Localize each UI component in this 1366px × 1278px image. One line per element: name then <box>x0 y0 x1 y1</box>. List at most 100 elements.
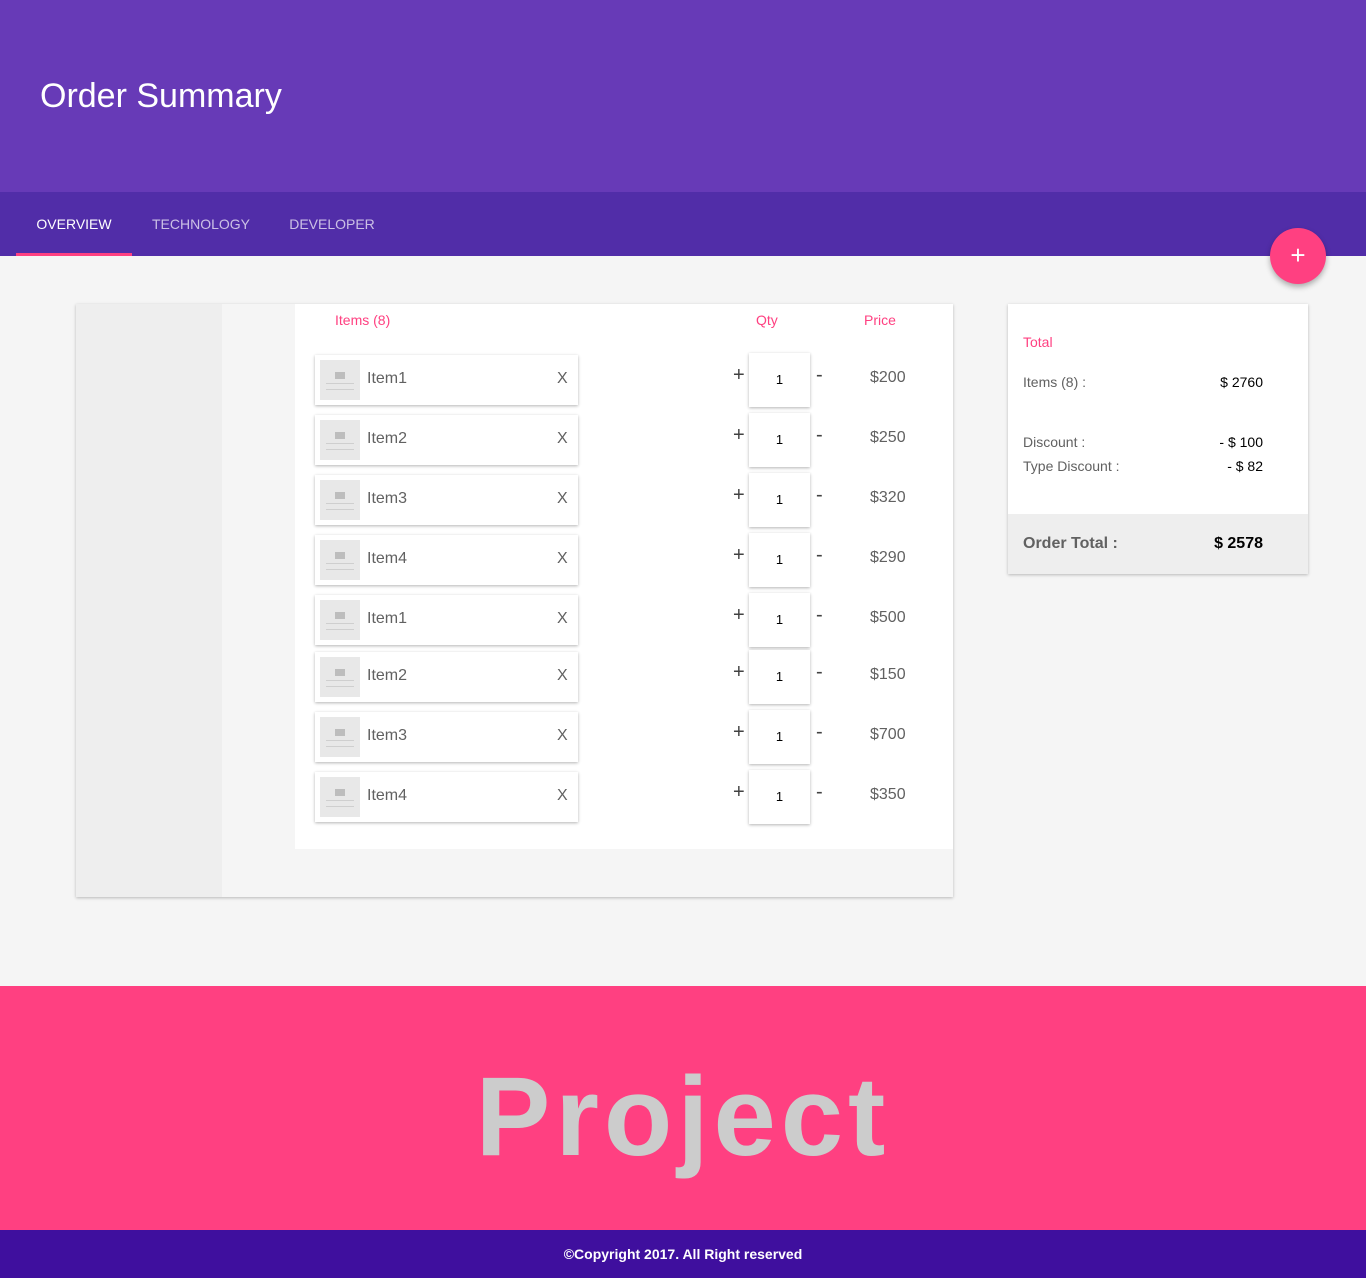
decrease-qty-button[interactable]: - <box>816 781 823 804</box>
cart-card: Items (8) Qty Price Item1 X + 1 - $200 I… <box>76 304 953 897</box>
tab-technology[interactable]: TECHNOLOGY <box>132 192 270 256</box>
item-name: Item2 <box>367 667 408 684</box>
banner-title: Project <box>475 1054 891 1179</box>
discount-label: Discount : <box>1023 434 1086 450</box>
increase-qty-button[interactable]: + <box>733 604 745 627</box>
cart-row: Item1 X + 1 - $500 <box>295 593 953 647</box>
items-column-header: Items (8) <box>335 312 391 328</box>
tab-overview[interactable]: OVERVIEW <box>16 192 132 256</box>
qty-column-header: Qty <box>756 312 778 328</box>
cart-row: Item2 X + 1 - $150 <box>295 650 953 704</box>
project-banner: Project <box>0 986 1366 1230</box>
qty-input[interactable]: 1 <box>749 770 810 824</box>
item-card[interactable]: Item3 X <box>315 475 578 525</box>
remove-item-button[interactable]: X <box>557 727 568 745</box>
item-name: Item4 <box>367 787 408 804</box>
qty-input[interactable]: 1 <box>749 533 810 587</box>
image-placeholder-icon <box>320 420 360 460</box>
item-card[interactable]: Item4 X <box>315 535 578 585</box>
cart-row: Item4 X + 1 - $350 <box>295 770 953 824</box>
qty-input[interactable]: 1 <box>749 353 810 407</box>
cart-row: Item1 X + 1 - $200 <box>295 353 953 407</box>
remove-item-button[interactable]: X <box>557 490 568 508</box>
plus-icon: + <box>1290 240 1306 270</box>
decrease-qty-button[interactable]: - <box>816 364 823 387</box>
decrease-qty-button[interactable]: - <box>816 484 823 507</box>
image-placeholder-icon <box>320 777 360 817</box>
cart-row: Item2 X + 1 - $250 <box>295 413 953 467</box>
increase-qty-button[interactable]: + <box>733 424 745 447</box>
qty-input[interactable]: 1 <box>749 413 810 467</box>
item-name: Item1 <box>367 610 408 627</box>
decrease-qty-button[interactable]: - <box>816 661 823 684</box>
increase-qty-button[interactable]: + <box>733 484 745 507</box>
order-total-card: Total Items (8) : $ 2760 Discount : - $ … <box>1008 304 1308 574</box>
add-button[interactable]: + <box>1270 228 1326 284</box>
items-total-value: $ 2760 <box>1220 374 1263 390</box>
remove-item-button[interactable]: X <box>557 787 568 805</box>
item-card[interactable]: Item1 X <box>315 355 578 405</box>
cart-row: Item4 X + 1 - $290 <box>295 533 953 587</box>
cart-panel: Items (8) Qty Price Item1 X + 1 - $200 I… <box>295 304 953 849</box>
qty-input[interactable]: 1 <box>749 473 810 527</box>
image-placeholder-icon <box>320 540 360 580</box>
item-price: $150 <box>870 666 906 683</box>
item-price: $320 <box>870 489 906 506</box>
cart-row: Item3 X + 1 - $320 <box>295 473 953 527</box>
type-discount-label: Type Discount : <box>1023 458 1120 474</box>
remove-item-button[interactable]: X <box>557 610 568 628</box>
qty-input[interactable]: 1 <box>749 710 810 764</box>
decrease-qty-button[interactable]: - <box>816 721 823 744</box>
items-total-label: Items (8) : <box>1023 374 1087 390</box>
price-column-header: Price <box>864 312 896 328</box>
item-price: $350 <box>870 786 906 803</box>
item-name: Item3 <box>367 490 408 507</box>
image-placeholder-icon <box>320 480 360 520</box>
total-title: Total <box>1023 334 1053 350</box>
increase-qty-button[interactable]: + <box>733 364 745 387</box>
qty-input[interactable]: 1 <box>749 593 810 647</box>
qty-input[interactable]: 1 <box>749 650 810 704</box>
tab-developer[interactable]: DEVELOPER <box>270 192 394 256</box>
item-card[interactable]: Item3 X <box>315 712 578 762</box>
copyright-text: ©Copyright 2017. All Right reserved <box>563 1246 803 1262</box>
item-card[interactable]: Item1 X <box>315 595 578 645</box>
decrease-qty-button[interactable]: - <box>816 424 823 447</box>
page-title: Order Summary <box>40 77 282 115</box>
item-price: $700 <box>870 726 906 743</box>
image-placeholder-icon <box>320 717 360 757</box>
item-card[interactable]: Item2 X <box>315 415 578 465</box>
decrease-qty-button[interactable]: - <box>816 544 823 567</box>
order-total-value: $ 2578 <box>1214 535 1263 552</box>
increase-qty-button[interactable]: + <box>733 721 745 744</box>
item-card[interactable]: Item2 X <box>315 652 578 702</box>
image-placeholder-icon <box>320 360 360 400</box>
footer: ©Copyright 2017. All Right reserved <box>0 1230 1366 1278</box>
item-name: Item2 <box>367 430 408 447</box>
remove-item-button[interactable]: X <box>557 370 568 388</box>
type-discount-value: - $ 82 <box>1227 458 1263 474</box>
remove-item-button[interactable]: X <box>557 430 568 448</box>
item-name: Item4 <box>367 550 408 567</box>
increase-qty-button[interactable]: + <box>733 661 745 684</box>
image-placeholder-icon <box>320 657 360 697</box>
order-total-row: Order Total : $ 2578 <box>1008 514 1308 574</box>
cart-sidebar <box>76 304 222 897</box>
increase-qty-button[interactable]: + <box>733 544 745 567</box>
remove-item-button[interactable]: X <box>557 550 568 568</box>
image-placeholder-icon <box>320 600 360 640</box>
item-card[interactable]: Item4 X <box>315 772 578 822</box>
cart-row: Item3 X + 1 - $700 <box>295 710 953 764</box>
discount-value: - $ 100 <box>1219 434 1263 450</box>
order-total-label: Order Total : <box>1023 535 1118 552</box>
cart-spacer <box>222 304 295 897</box>
item-price: $500 <box>870 609 906 626</box>
item-price: $290 <box>870 549 906 566</box>
app-header: Order Summary <box>0 0 1366 192</box>
decrease-qty-button[interactable]: - <box>816 604 823 627</box>
increase-qty-button[interactable]: + <box>733 781 745 804</box>
remove-item-button[interactable]: X <box>557 667 568 685</box>
item-name: Item3 <box>367 727 408 744</box>
item-name: Item1 <box>367 370 408 387</box>
item-price: $200 <box>870 369 906 386</box>
